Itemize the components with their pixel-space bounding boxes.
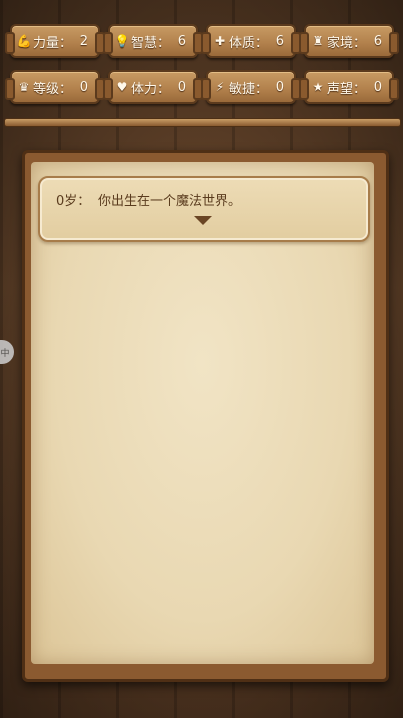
reputation-star-icon: ★ — [312, 80, 324, 94]
stat-value: 6 — [177, 33, 186, 49]
stat-label: 声望： — [327, 81, 367, 97]
log-entry[interactable]: 0岁： 你出生在一个魔法世界。 — [38, 176, 370, 242]
stamina-heart-icon: ♥ — [116, 80, 128, 94]
stat-value: 0 — [373, 79, 382, 95]
strength-icon: 💪 — [16, 34, 32, 48]
stat-value: 2 — [79, 33, 88, 49]
wisdom-icon: 💡 — [114, 34, 130, 48]
stat-label: 家境： — [327, 35, 367, 51]
stat-constitution: ✚ 体质： 6 — [201, 24, 301, 58]
stat-label: 体质： — [229, 35, 269, 51]
log-entry-text: 你出生在一个魔法世界。 — [98, 194, 242, 209]
family-icon: ♜ — [312, 34, 324, 48]
stat-label: 智慧： — [131, 35, 171, 51]
constitution-icon: ✚ — [214, 34, 226, 48]
stat-label: 敏捷： — [229, 81, 269, 97]
stat-value: 0 — [79, 79, 88, 95]
stat-value: 6 — [373, 33, 382, 49]
stat-level: ♛ 等级： 0 — [5, 70, 105, 104]
expand-arrow-icon[interactable] — [194, 216, 212, 225]
stat-label: 力量： — [33, 35, 73, 51]
level-crown-icon: ♛ — [18, 80, 30, 94]
stat-wisdom: 💡 智慧： 6 — [103, 24, 203, 58]
log-entry-age: 0岁： — [56, 194, 91, 209]
agility-lightning-icon: ⚡ — [215, 80, 225, 94]
stat-agility: ⚡ 敏捷： 0 — [201, 70, 301, 104]
stat-value: 0 — [275, 79, 284, 95]
stat-label: 体力： — [131, 81, 171, 97]
stat-stamina: ♥ 体力： 0 — [103, 70, 203, 104]
stat-label: 等级： — [33, 81, 73, 97]
stat-strength: 💪 力量： 2 — [5, 24, 105, 58]
stat-family: ♜ 家境： 6 — [299, 24, 399, 58]
stat-value: 0 — [177, 79, 186, 95]
stat-value: 6 — [275, 33, 284, 49]
header-divider — [4, 118, 401, 127]
stat-reputation: ★ 声望： 0 — [299, 70, 399, 104]
